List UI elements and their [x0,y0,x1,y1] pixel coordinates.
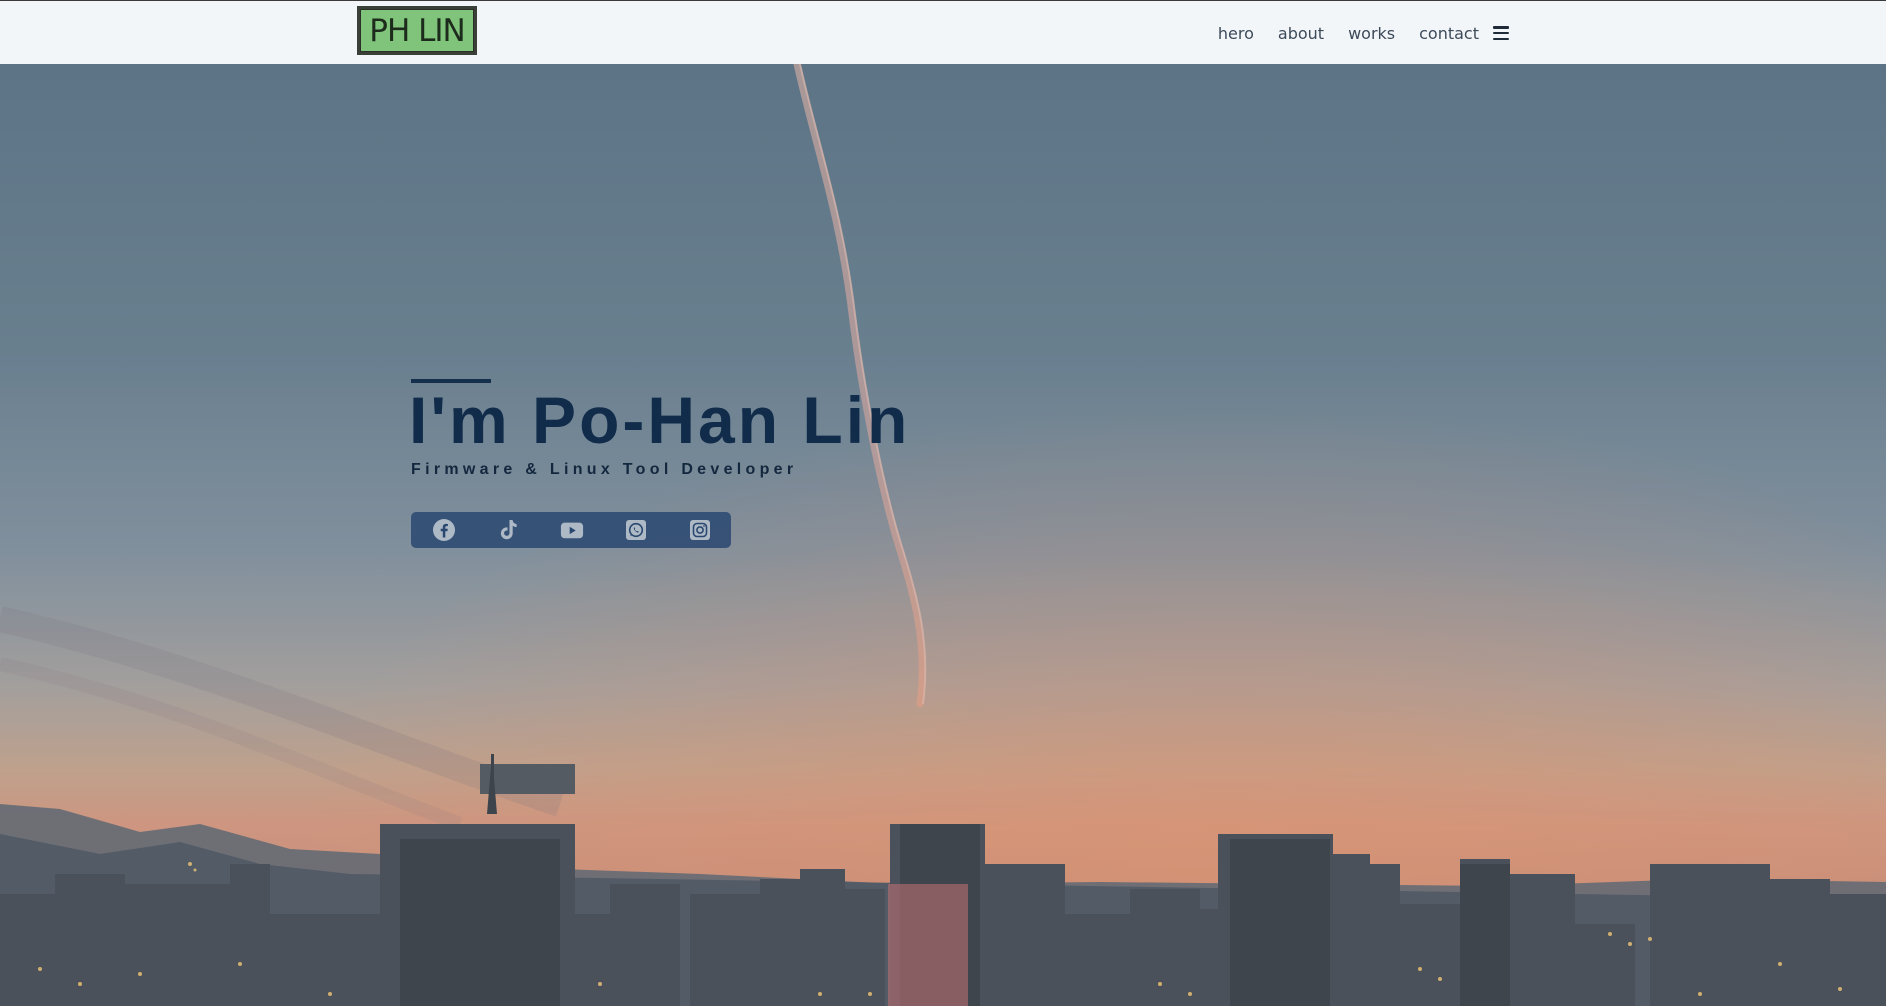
instagram-icon[interactable] [688,518,712,542]
youtube-icon[interactable] [560,518,584,542]
hero-title: I'm Po-Han Lin [409,383,911,457]
hero-section [0,64,1886,1006]
nav-link-about[interactable]: about [1278,24,1324,43]
tiktok-icon[interactable] [496,518,520,542]
nav-link-contact[interactable]: contact [1419,24,1479,43]
nav-link-works[interactable]: works [1348,24,1395,43]
facebook-icon[interactable] [432,518,456,542]
whatsapp-icon[interactable] [624,518,648,542]
logo-text: PH LIN [360,9,474,52]
site-logo[interactable]: PH LIN [357,6,477,55]
nav-links: hero about works contact [1194,1,1509,65]
hamburger-menu-icon[interactable] [1493,26,1509,40]
hero-subtitle: Firmware & Linux Tool Developer [411,461,798,478]
nav-link-hero[interactable]: hero [1218,24,1254,43]
social-links-bar [411,512,731,548]
hero-background-image [0,64,1886,1006]
navbar: PH LIN hero about works contact [0,0,1886,64]
page: PH LIN hero about works contact I'm Po-H… [0,0,1886,1006]
